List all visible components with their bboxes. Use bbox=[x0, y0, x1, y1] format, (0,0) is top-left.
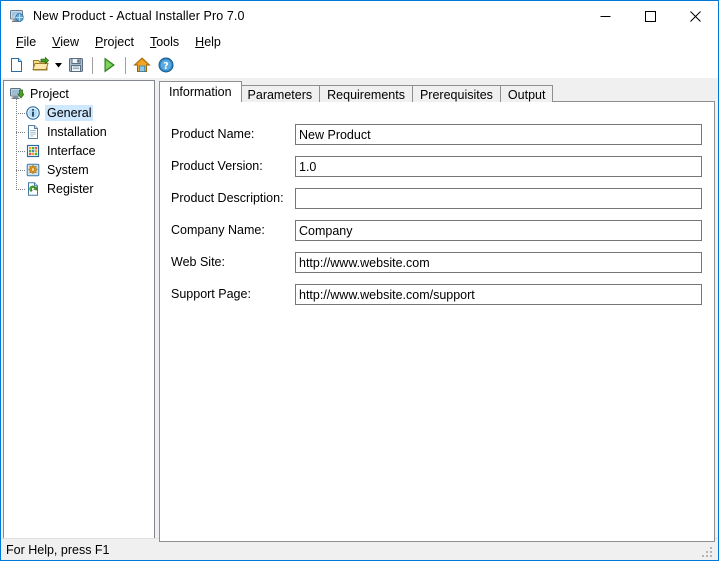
application-window: New Product - Actual Installer Pro 7.0 F… bbox=[0, 0, 719, 561]
window-controls bbox=[583, 1, 718, 31]
form-row-company-name: Company Name: bbox=[160, 220, 714, 242]
open-folder-icon bbox=[32, 56, 50, 71]
tab-information[interactable]: Information bbox=[159, 81, 242, 102]
save-project-button[interactable] bbox=[64, 53, 88, 77]
open-project-button[interactable] bbox=[29, 53, 53, 77]
toolbar: ? bbox=[1, 52, 718, 78]
resize-grip[interactable] bbox=[702, 545, 715, 558]
sidebar-item-general[interactable]: General bbox=[8, 103, 154, 122]
menu-project-rest: roject bbox=[103, 34, 134, 49]
product-version-input[interactable] bbox=[295, 156, 702, 177]
register-page-icon bbox=[25, 181, 41, 197]
support-page-label: Support Page: bbox=[171, 287, 251, 301]
tab-requirements[interactable]: Requirements bbox=[319, 85, 413, 102]
menu-tools-rest: ools bbox=[156, 34, 180, 49]
tab-prerequisites[interactable]: Prerequisites bbox=[411, 85, 501, 102]
tab-content-information: Product Name: Product Version: Product D… bbox=[159, 101, 715, 542]
document-page-icon bbox=[25, 124, 41, 140]
tab-parameters[interactable]: Parameters bbox=[239, 85, 321, 102]
sidebar-item-installation-label: Installation bbox=[47, 124, 107, 139]
minimize-button[interactable] bbox=[583, 1, 628, 31]
navigation-tree-panel[interactable]: Project General Installation Interface S… bbox=[3, 80, 155, 542]
chevron-down-icon bbox=[55, 62, 62, 67]
sidebar-item-system-label: System bbox=[47, 162, 89, 177]
help-question-icon: ? bbox=[158, 57, 174, 73]
menu-bar: File View Project Tools Help bbox=[1, 31, 718, 52]
tree-branch-line bbox=[16, 189, 25, 191]
home-button[interactable] bbox=[130, 53, 154, 77]
tab-panel: Information Parameters Requirements Prer… bbox=[159, 80, 715, 542]
menu-file-rest: ile bbox=[23, 34, 37, 49]
product-version-label: Product Version: bbox=[171, 159, 263, 173]
menu-help[interactable]: Help bbox=[187, 33, 229, 51]
form-row-web-site: Web Site: bbox=[160, 252, 714, 274]
play-green-triangle-icon bbox=[104, 57, 115, 73]
new-document-icon bbox=[11, 58, 22, 72]
tree-node-project-label: Project bbox=[30, 86, 69, 101]
form-row-product-version: Product Version: bbox=[160, 156, 714, 178]
build-project-button[interactable] bbox=[97, 53, 121, 77]
open-recent-dropdown[interactable] bbox=[53, 53, 64, 77]
menu-help-rest: elp bbox=[204, 34, 221, 49]
home-icon bbox=[133, 57, 151, 72]
status-text: For Help, press F1 bbox=[6, 542, 110, 557]
toolbar-separator-1 bbox=[92, 56, 93, 74]
product-description-input[interactable] bbox=[295, 188, 702, 209]
product-name-input[interactable] bbox=[295, 124, 702, 145]
window-title: New Product - Actual Installer Pro 7.0 bbox=[33, 9, 245, 23]
help-button[interactable]: ? bbox=[154, 53, 178, 77]
web-site-input[interactable] bbox=[295, 252, 702, 273]
form-row-product-name: Product Name: bbox=[160, 124, 714, 146]
app-installer-icon bbox=[9, 8, 25, 24]
info-circle-icon bbox=[25, 105, 41, 121]
main-body: Project General Installation Interface S… bbox=[1, 78, 718, 542]
sidebar-item-register-label: Register bbox=[47, 181, 94, 196]
menu-project[interactable]: Project bbox=[87, 33, 142, 51]
form-row-product-description: Product Description: bbox=[160, 188, 714, 210]
menu-file[interactable]: File bbox=[8, 33, 44, 51]
product-name-label: Product Name: bbox=[171, 127, 255, 141]
title-bar[interactable]: New Product - Actual Installer Pro 7.0 bbox=[1, 1, 718, 31]
sidebar-item-general-label: General bbox=[45, 104, 94, 121]
navigation-tree: Project General Installation Interface S… bbox=[4, 81, 154, 198]
company-name-input[interactable] bbox=[295, 220, 702, 241]
grid-window-icon bbox=[25, 143, 41, 159]
product-description-label: Product Description: bbox=[171, 191, 284, 205]
tree-children: General Installation Interface System Re… bbox=[8, 99, 154, 198]
sidebar-item-interface-label: Interface bbox=[47, 143, 96, 158]
sidebar-item-installation[interactable]: Installation bbox=[8, 122, 154, 141]
tree-branch-line bbox=[16, 113, 25, 115]
tab-strip: Information Parameters Requirements Prer… bbox=[159, 80, 715, 102]
menu-help-accel: H bbox=[195, 34, 205, 49]
system-gear-icon bbox=[25, 162, 41, 178]
save-floppy-icon bbox=[69, 58, 83, 72]
menu-file-accel: F bbox=[16, 34, 24, 49]
toolbar-separator-2 bbox=[125, 56, 126, 74]
new-project-button[interactable] bbox=[5, 53, 29, 77]
tree-branch-line bbox=[16, 151, 25, 153]
tree-node-project[interactable]: Project bbox=[8, 84, 154, 103]
tree-branch-line bbox=[16, 170, 25, 172]
menu-tools[interactable]: Tools bbox=[142, 33, 187, 51]
sidebar-item-interface[interactable]: Interface bbox=[8, 141, 154, 160]
form-row-support-page: Support Page: bbox=[160, 284, 714, 306]
company-name-label: Company Name: bbox=[171, 223, 265, 237]
svg-text:?: ? bbox=[163, 61, 169, 72]
menu-view[interactable]: View bbox=[44, 33, 87, 51]
support-page-input[interactable] bbox=[295, 284, 702, 305]
sidebar-item-register[interactable]: Register bbox=[8, 179, 154, 198]
maximize-button[interactable] bbox=[628, 1, 673, 31]
sidebar-item-system[interactable]: System bbox=[8, 160, 154, 179]
tab-output[interactable]: Output bbox=[499, 85, 554, 102]
web-site-label: Web Site: bbox=[171, 255, 225, 269]
close-button[interactable] bbox=[673, 1, 718, 31]
menu-view-rest: iew bbox=[60, 34, 80, 49]
tree-branch-line bbox=[16, 132, 25, 134]
